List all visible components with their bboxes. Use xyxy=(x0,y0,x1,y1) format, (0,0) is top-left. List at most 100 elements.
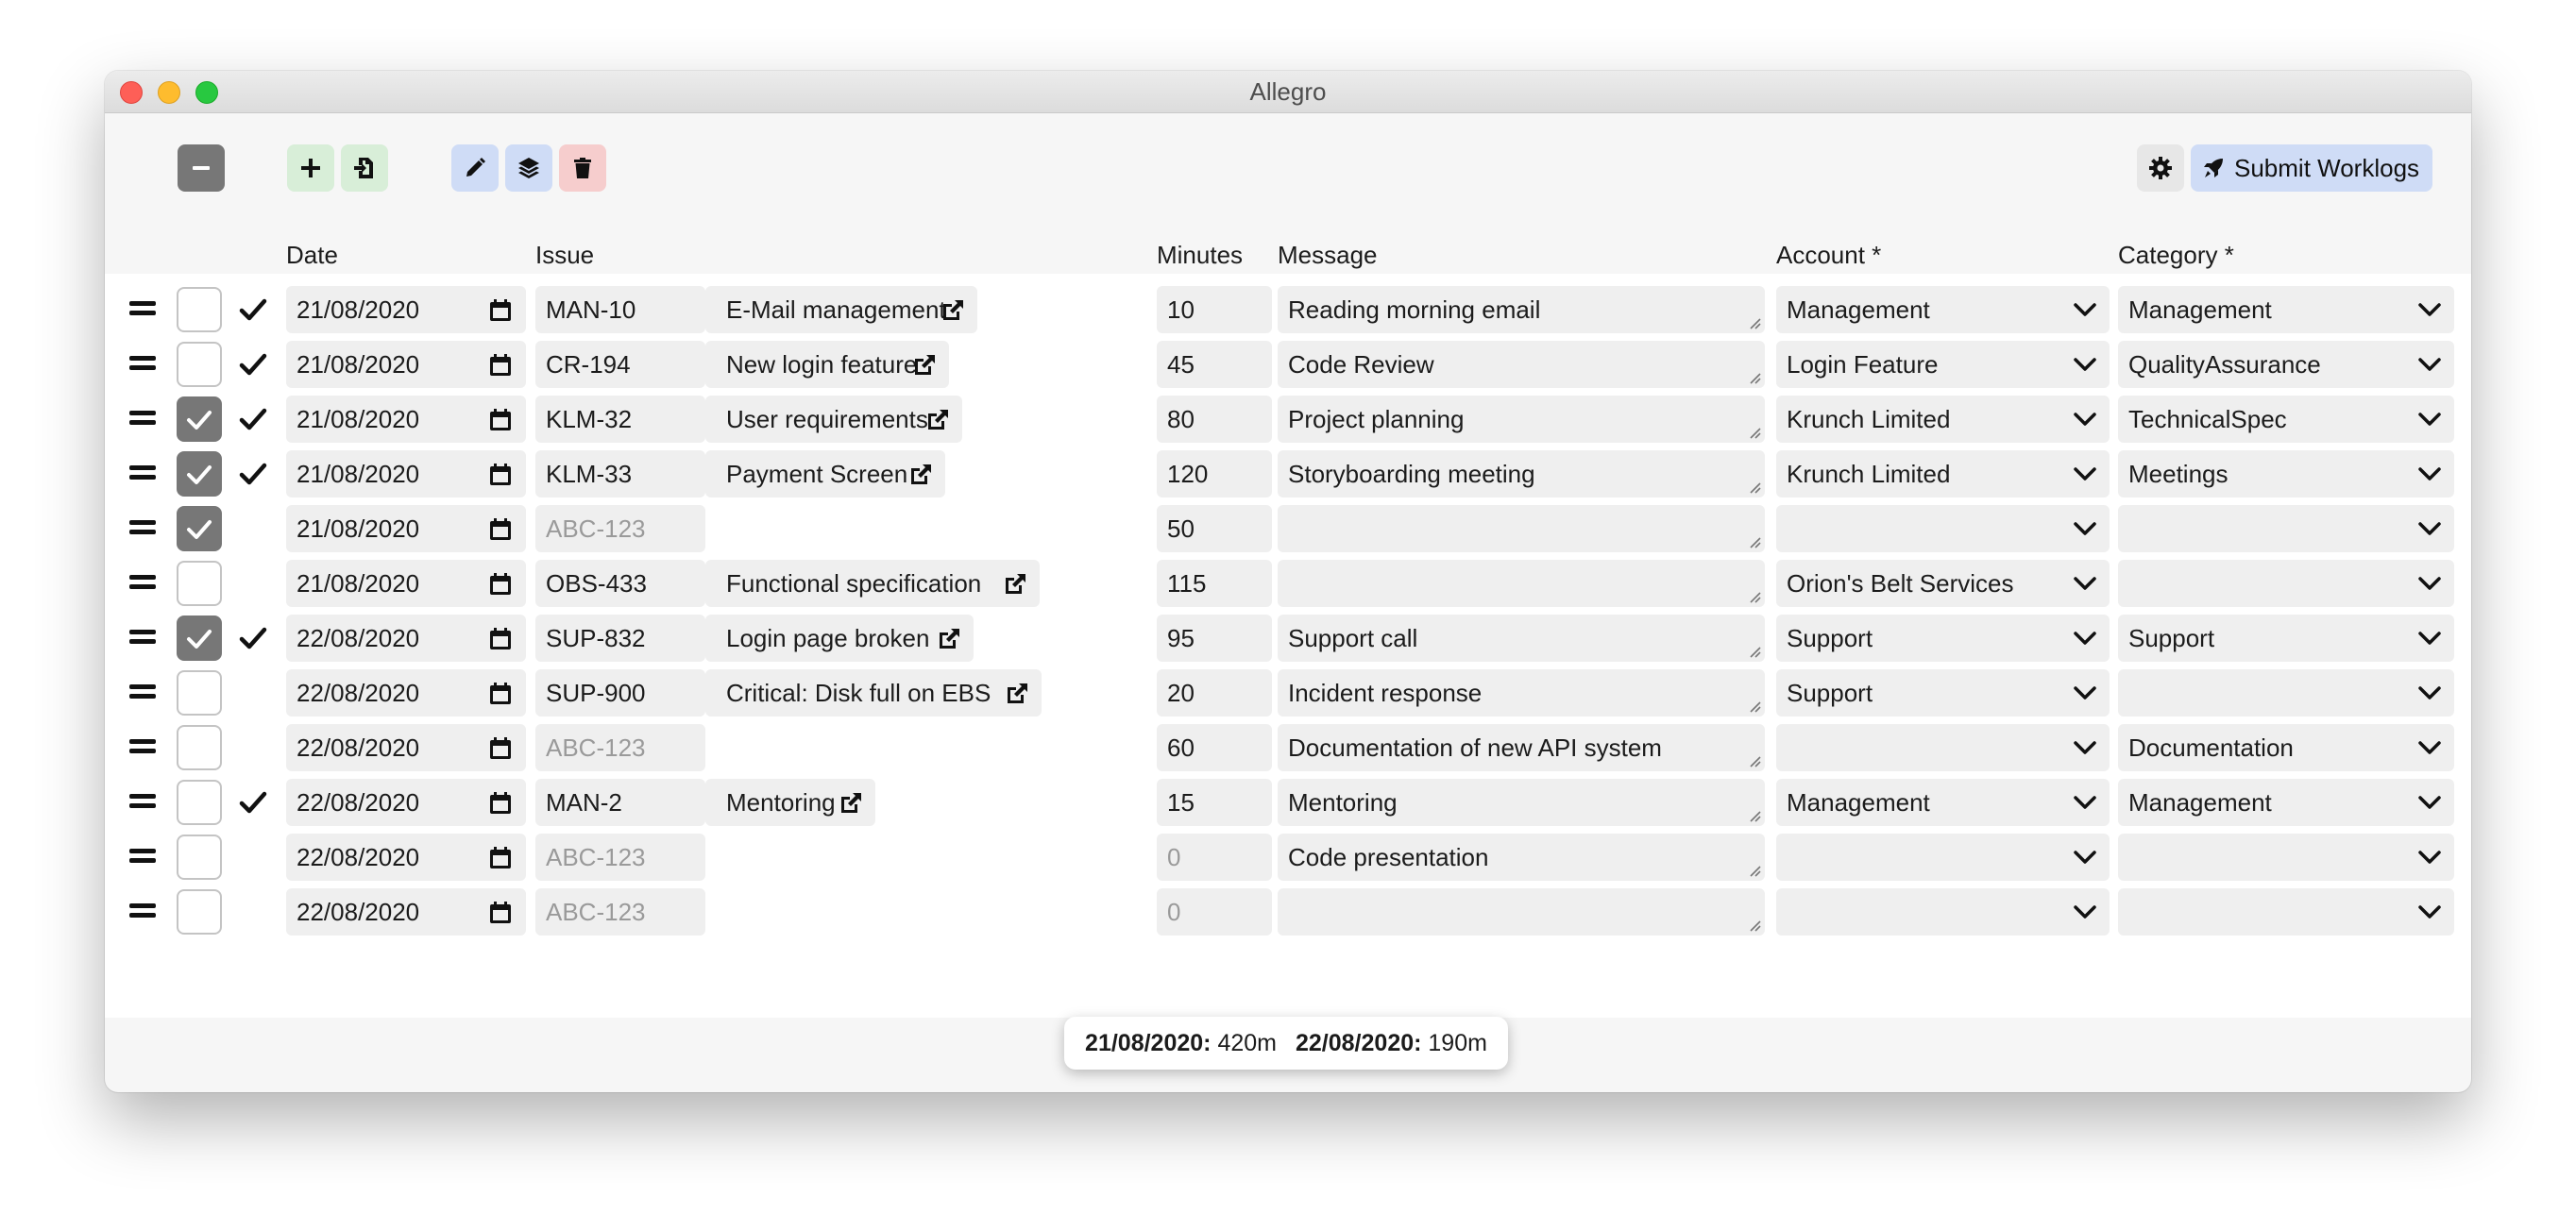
row-select-checkbox[interactable] xyxy=(177,725,222,770)
account-select[interactable]: Login Feature xyxy=(1776,341,2110,388)
row-select-checkbox[interactable] xyxy=(177,287,222,332)
message-textarea[interactable]: Reading morning email xyxy=(1278,286,1765,333)
date-field[interactable]: 21/08/2020 xyxy=(286,560,526,607)
account-select[interactable]: Krunch Limited xyxy=(1776,396,2110,443)
category-select[interactable]: Management xyxy=(2118,286,2454,333)
row-select-checkbox[interactable] xyxy=(177,780,222,825)
row-select-checkbox[interactable] xyxy=(177,396,222,442)
issue-summary-link[interactable]: Login page broken xyxy=(705,615,974,662)
message-textarea[interactable]: Mentoring xyxy=(1278,779,1765,826)
category-select[interactable]: QualityAssurance xyxy=(2118,341,2454,388)
message-textarea[interactable]: Code presentation xyxy=(1278,834,1765,881)
message-textarea[interactable]: Code Review xyxy=(1278,341,1765,388)
submit-worklogs-button[interactable]: Submit Worklogs xyxy=(2191,144,2432,192)
date-field[interactable]: 21/08/2020 xyxy=(286,450,526,497)
drag-handle[interactable] xyxy=(129,517,158,540)
drag-handle[interactable] xyxy=(129,791,158,814)
account-select[interactable]: Orion's Belt Services xyxy=(1776,560,2110,607)
issue-key-input[interactable]: KLM-33 xyxy=(535,450,705,497)
date-field[interactable]: 22/08/2020 xyxy=(286,724,526,771)
drag-handle[interactable] xyxy=(129,627,158,649)
category-select[interactable] xyxy=(2118,669,2454,717)
date-field[interactable]: 22/08/2020 xyxy=(286,834,526,881)
issue-key-input[interactable]: ABC-123 xyxy=(535,888,705,936)
drag-handle[interactable] xyxy=(129,353,158,376)
category-select[interactable] xyxy=(2118,560,2454,607)
minutes-input[interactable]: 0 xyxy=(1157,888,1272,936)
account-select[interactable]: Support xyxy=(1776,615,2110,662)
message-textarea[interactable]: Incident response xyxy=(1278,669,1765,717)
delete-button[interactable] xyxy=(559,144,606,192)
issue-key-input[interactable]: CR-194 xyxy=(535,341,705,388)
minutes-input[interactable]: 15 xyxy=(1157,779,1272,826)
issue-key-input[interactable]: SUP-900 xyxy=(535,669,705,717)
account-select[interactable]: Support xyxy=(1776,669,2110,717)
minutes-input[interactable]: 0 xyxy=(1157,834,1272,881)
row-select-checkbox[interactable] xyxy=(177,835,222,880)
row-select-checkbox[interactable] xyxy=(177,506,222,551)
issue-summary-link[interactable]: Payment Screen xyxy=(705,450,945,497)
issue-key-input[interactable]: MAN-10 xyxy=(535,286,705,333)
issue-summary-link[interactable]: Critical: Disk full on EBS xyxy=(705,669,1042,717)
date-field[interactable]: 21/08/2020 xyxy=(286,396,526,443)
row-select-checkbox[interactable] xyxy=(177,670,222,716)
row-select-checkbox[interactable] xyxy=(177,561,222,606)
account-select[interactable] xyxy=(1776,834,2110,881)
minutes-input[interactable]: 50 xyxy=(1157,505,1272,552)
row-select-checkbox[interactable] xyxy=(177,342,222,387)
drag-handle[interactable] xyxy=(129,682,158,704)
drag-handle[interactable] xyxy=(129,901,158,923)
issue-summary-link[interactable]: Functional specification xyxy=(705,560,1040,607)
date-field[interactable]: 21/08/2020 xyxy=(286,286,526,333)
drag-handle[interactable] xyxy=(129,298,158,321)
account-select[interactable] xyxy=(1776,505,2110,552)
drag-handle[interactable] xyxy=(129,463,158,485)
category-select[interactable] xyxy=(2118,834,2454,881)
issue-summary-link[interactable]: E-Mail management xyxy=(705,286,977,333)
date-field[interactable]: 22/08/2020 xyxy=(286,669,526,717)
issue-key-input[interactable]: MAN-2 xyxy=(535,779,705,826)
minutes-input[interactable]: 115 xyxy=(1157,560,1272,607)
message-textarea[interactable]: Storyboarding meeting xyxy=(1278,450,1765,497)
issue-key-input[interactable]: OBS-433 xyxy=(535,560,705,607)
drag-handle[interactable] xyxy=(129,408,158,430)
minutes-input[interactable]: 20 xyxy=(1157,669,1272,717)
drag-handle[interactable] xyxy=(129,572,158,595)
message-textarea[interactable]: Project planning xyxy=(1278,396,1765,443)
minutes-input[interactable]: 45 xyxy=(1157,341,1272,388)
account-select[interactable] xyxy=(1776,724,2110,771)
category-select[interactable] xyxy=(2118,888,2454,936)
account-select[interactable] xyxy=(1776,888,2110,936)
date-field[interactable]: 21/08/2020 xyxy=(286,505,526,552)
category-select[interactable]: Support xyxy=(2118,615,2454,662)
message-textarea[interactable] xyxy=(1278,888,1765,936)
category-select[interactable]: TechnicalSpec xyxy=(2118,396,2454,443)
settings-button[interactable] xyxy=(2137,144,2184,192)
issue-key-input[interactable]: SUP-832 xyxy=(535,615,705,662)
account-select[interactable]: Management xyxy=(1776,779,2110,826)
account-select[interactable]: Management xyxy=(1776,286,2110,333)
issue-key-input[interactable]: ABC-123 xyxy=(535,724,705,771)
add-row-button[interactable] xyxy=(287,144,334,192)
minutes-input[interactable]: 95 xyxy=(1157,615,1272,662)
category-select[interactable]: Management xyxy=(2118,779,2454,826)
import-button[interactable] xyxy=(341,144,388,192)
minutes-input[interactable]: 80 xyxy=(1157,396,1272,443)
minutes-input[interactable]: 10 xyxy=(1157,286,1272,333)
issue-key-input[interactable]: ABC-123 xyxy=(535,834,705,881)
message-textarea[interactable]: Support call xyxy=(1278,615,1765,662)
account-select[interactable]: Krunch Limited xyxy=(1776,450,2110,497)
minutes-input[interactable]: 60 xyxy=(1157,724,1272,771)
date-field[interactable]: 22/08/2020 xyxy=(286,888,526,936)
category-select[interactable]: Documentation xyxy=(2118,724,2454,771)
date-field[interactable]: 22/08/2020 xyxy=(286,615,526,662)
collapse-button[interactable] xyxy=(178,144,225,192)
issue-key-input[interactable]: KLM-32 xyxy=(535,396,705,443)
edit-button[interactable] xyxy=(451,144,499,192)
row-select-checkbox[interactable] xyxy=(177,616,222,661)
drag-handle[interactable] xyxy=(129,736,158,759)
date-field[interactable]: 21/08/2020 xyxy=(286,341,526,388)
message-textarea[interactable]: Documentation of new API system xyxy=(1278,724,1765,771)
category-select[interactable]: Meetings xyxy=(2118,450,2454,497)
issue-summary-link[interactable]: New login feature xyxy=(705,341,949,388)
